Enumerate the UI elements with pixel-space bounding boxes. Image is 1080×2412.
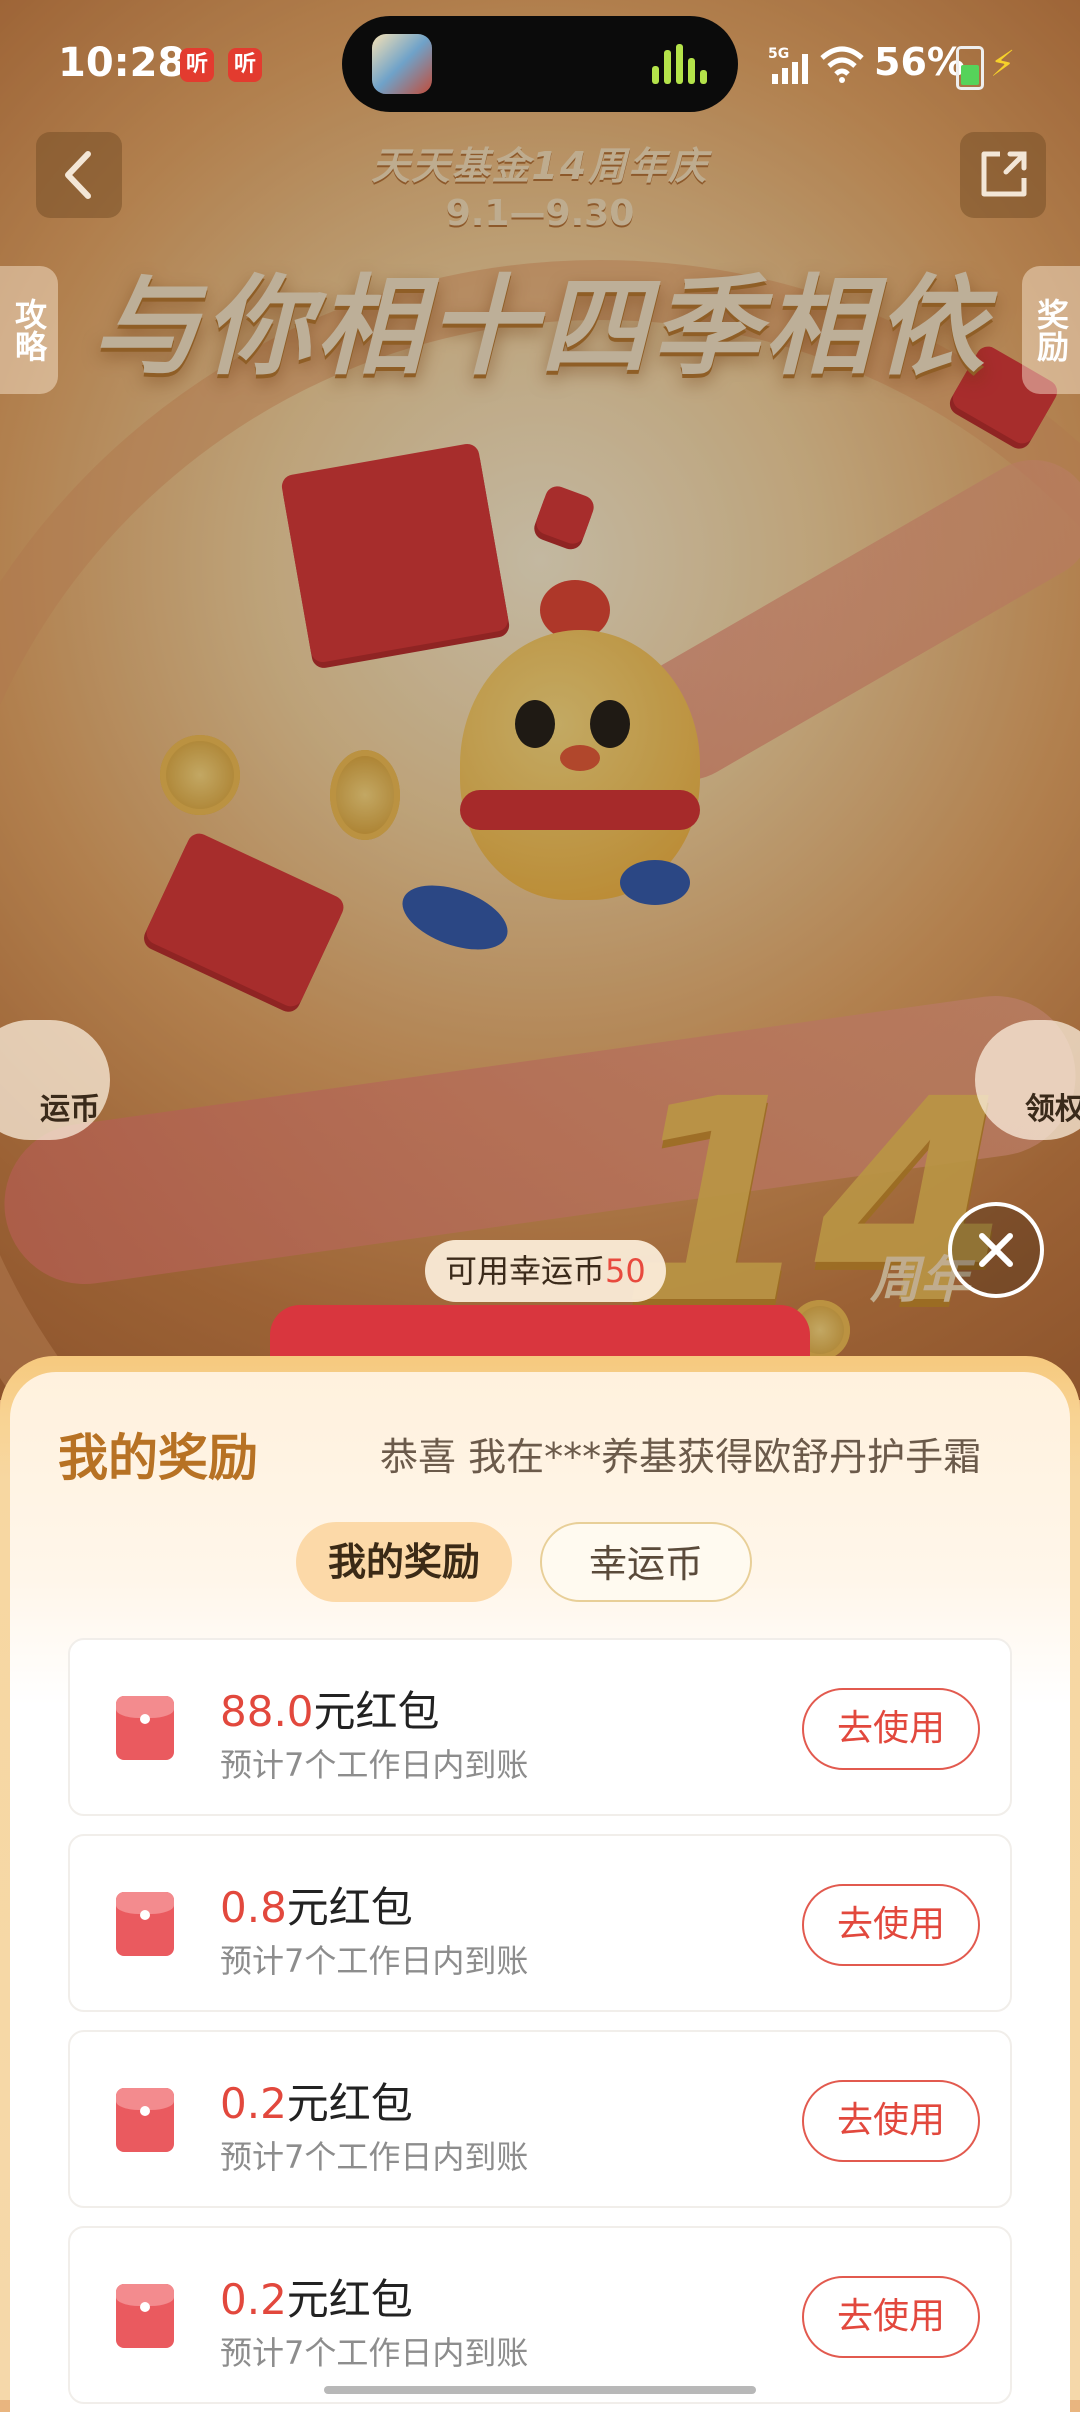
reward-note: 预计7个工作日内到账 — [220, 2334, 529, 2372]
battery-icon — [956, 46, 984, 90]
use-button[interactable]: 去使用 — [802, 1688, 980, 1770]
use-button[interactable]: 去使用 — [802, 2080, 980, 2162]
reward-value: 0.8 — [220, 1883, 287, 1932]
use-button[interactable]: 去使用 — [802, 1884, 980, 1966]
reward-note: 预计7个工作日内到账 — [220, 1942, 529, 1980]
reward-note: 预计7个工作日内到账 — [220, 1746, 529, 1784]
red-envelope-icon — [116, 2088, 174, 2152]
wifi-icon — [820, 46, 864, 83]
share-button[interactable] — [960, 132, 1046, 218]
tab-my-rewards[interactable]: 我的奖励 — [296, 1522, 512, 1602]
app-thumbnail-icon — [372, 34, 432, 94]
chevron-left-icon — [65, 151, 91, 199]
reward-unit: 元红包 — [286, 2079, 413, 2128]
red-envelope-icon — [116, 1696, 174, 1760]
battery-percent: 56% — [874, 40, 965, 84]
reward-card: 0.2元红包 预计7个工作日内到账 去使用 — [68, 2226, 1012, 2404]
dynamic-island[interactable] — [342, 16, 738, 112]
reward-note: 预计7个工作日内到账 — [220, 2138, 529, 2176]
share-icon — [981, 151, 1027, 197]
status-time: 10:28 — [58, 40, 186, 86]
notification-icon: 听 — [228, 48, 262, 82]
sheet-title: 我的奖励 — [58, 1429, 258, 1487]
red-envelope-icon — [116, 1892, 174, 1956]
reward-amount: 88.0元红包 — [220, 1678, 440, 1739]
reward-amount: 0.2元红包 — [220, 2266, 413, 2327]
status-bar: 10:28 听 听 5G 56% ⚡ — [0, 0, 1080, 130]
dim-overlay[interactable] — [0, 0, 1080, 1400]
back-button[interactable] — [36, 132, 122, 218]
reward-card: 0.8元红包 预计7个工作日内到账 去使用 — [68, 1834, 1012, 2012]
reward-card: 88.0元红包 预计7个工作日内到账 去使用 — [68, 1638, 1012, 1816]
reward-amount: 0.8元红包 — [220, 1874, 413, 1935]
red-envelope-icon — [116, 2284, 174, 2348]
winner-ticker: 恭喜 我在***养基获得欧舒丹护手霜 — [380, 1435, 982, 1479]
close-button[interactable] — [948, 1202, 1044, 1298]
reward-card: 0.2元红包 预计7个工作日内到账 去使用 — [68, 2030, 1012, 2208]
available-coins: 可用幸运币50 — [425, 1240, 666, 1302]
reward-value: 0.2 — [220, 2275, 287, 2324]
lucky-coin-entry[interactable]: 运币 — [0, 1020, 110, 1140]
coins-value: 50 — [605, 1252, 646, 1290]
audio-wave-icon — [652, 44, 712, 84]
home-indicator[interactable] — [324, 2386, 756, 2394]
rewards-tab[interactable]: 奖励 — [1022, 266, 1080, 394]
reward-amount: 0.2元红包 — [220, 2070, 413, 2131]
cellular-signal-icon: 5G — [768, 46, 808, 84]
coins-label-text: 可用幸运币 — [445, 1252, 606, 1290]
use-button[interactable]: 去使用 — [802, 2276, 980, 2358]
tab-lucky-coins[interactable]: 幸运币 — [540, 1522, 752, 1602]
notification-icon: 听 — [180, 48, 214, 82]
strategy-tab[interactable]: 攻略 — [0, 266, 58, 394]
reward-unit: 元红包 — [286, 2275, 413, 2324]
reward-unit: 元红包 — [286, 1883, 413, 1932]
network-label: 5G — [768, 46, 789, 62]
reward-unit: 元红包 — [313, 1687, 440, 1736]
reward-value: 88.0 — [220, 1687, 314, 1736]
reward-value: 0.2 — [220, 2079, 287, 2128]
close-icon — [979, 1233, 1013, 1267]
charging-icon: ⚡ — [990, 44, 1016, 85]
